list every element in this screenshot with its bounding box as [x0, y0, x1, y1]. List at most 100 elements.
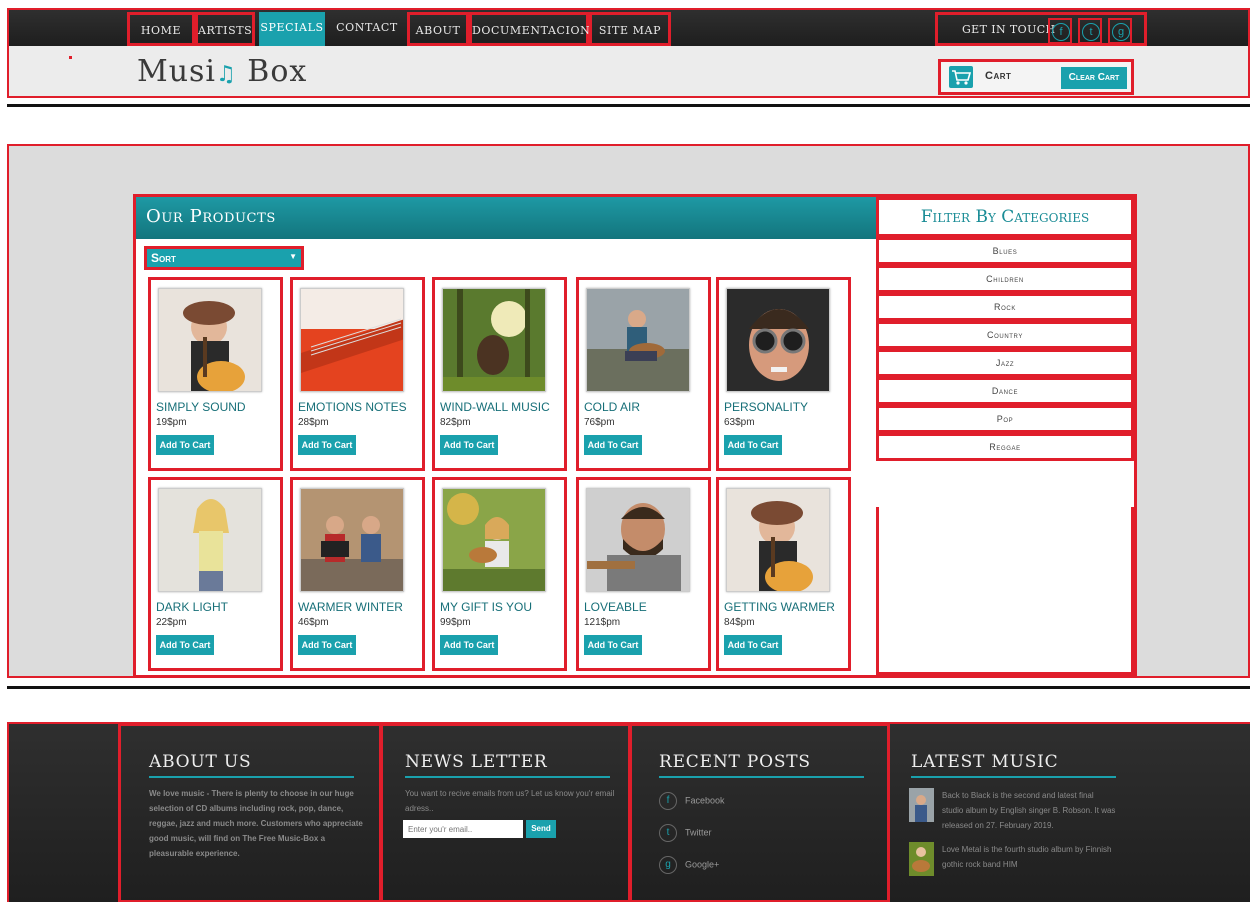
link-label: Google+ [685, 859, 720, 870]
newsletter-title: NEWS LETTER [405, 752, 548, 772]
product-name[interactable]: GETTING WARMER [724, 600, 835, 614]
product-name[interactable]: WARMER WINTER [298, 600, 403, 614]
send-button[interactable]: Send [526, 820, 556, 838]
product-image[interactable] [726, 488, 830, 592]
category-filter: Filter By Categories Blues Children Rock… [876, 197, 1134, 675]
product-image[interactable] [586, 288, 690, 392]
latest-music-text: Love Metal is the fourth studio album by… [942, 845, 1112, 869]
product-card: PERSONALITY 63$pm Add To Cart [716, 277, 851, 471]
footer-about: ABOUT US We love music - There is plenty… [118, 723, 382, 902]
footer-latest-music: LATEST MUSIC Back to Black is the second… [881, 724, 1141, 902]
add-to-cart-button[interactable]: Add To Cart [156, 435, 214, 455]
add-to-cart-button[interactable]: Add To Cart [156, 635, 214, 655]
category-children[interactable]: Children [876, 265, 1134, 293]
product-image[interactable] [586, 488, 690, 592]
product-card: WIND-WALL MUSIC 82$pm Add To Cart [432, 277, 567, 471]
category-jazz[interactable]: Jazz [876, 349, 1134, 377]
add-to-cart-button[interactable]: Add To Cart [724, 435, 782, 455]
product-price: 22$pm [156, 617, 187, 628]
recent-link-facebook[interactable]: f Facebook [659, 792, 725, 810]
nav-about[interactable]: ABOUT [407, 12, 469, 46]
product-card: EMOTIONS NOTES 28$pm Add To Cart [290, 277, 425, 471]
latest-music-text: Back to Black is the second and latest f… [942, 791, 1116, 830]
category-rock[interactable]: Rock [876, 293, 1134, 321]
category-reggae[interactable]: Reggae [876, 433, 1134, 461]
recent-posts-title: RECENT POSTS [659, 752, 811, 772]
divider [405, 776, 610, 778]
nav-home[interactable]: HOME [127, 12, 195, 46]
google-plus-icon: g [659, 856, 677, 874]
recent-link-twitter[interactable]: t Twitter [659, 824, 712, 842]
facebook-link[interactable]: f [1048, 18, 1072, 44]
product-price: 46$pm [298, 617, 329, 628]
category-pop[interactable]: Pop [876, 405, 1134, 433]
site-logo[interactable]: Musi♫ Box [137, 54, 307, 89]
product-image[interactable] [726, 288, 830, 392]
sort-select[interactable]: Sort ▼ [144, 246, 304, 270]
nav-site-map[interactable]: SITE MAP [589, 12, 671, 46]
album-thumbnail [909, 788, 934, 822]
marker-dot [69, 56, 72, 59]
product-card: MY GIFT IS YOU 99$pm Add To Cart [432, 477, 567, 671]
product-image[interactable] [158, 488, 262, 592]
logo-text-end: Box [236, 54, 308, 89]
product-image[interactable] [300, 288, 404, 392]
divider-bottom [7, 686, 1250, 689]
chevron-down-icon: ▼ [289, 252, 297, 261]
product-card: GETTING WARMER 84$pm Add To Cart [716, 477, 851, 671]
twitter-icon: t [1082, 23, 1100, 41]
product-image[interactable] [300, 488, 404, 592]
product-price: 28$pm [298, 417, 329, 428]
nav-contact[interactable]: CONTACT [327, 12, 407, 46]
nav-documentacion[interactable]: DOCUMENTACION [469, 12, 590, 46]
site-footer: ABOUT US We love music - There is plenty… [7, 722, 1250, 902]
about-title: ABOUT US [149, 752, 252, 772]
product-name[interactable]: DARK LIGHT [156, 600, 228, 614]
nav-artists[interactable]: ARTISTS [195, 12, 255, 46]
filter-empty-area [876, 507, 1134, 675]
cart-icon[interactable] [949, 66, 973, 88]
album-thumbnail [909, 842, 934, 876]
category-blues[interactable]: Blues [876, 237, 1134, 265]
product-name[interactable]: SIMPLY SOUND [156, 400, 246, 414]
divider-top [7, 104, 1250, 107]
product-price: 82$pm [440, 417, 471, 428]
add-to-cart-button[interactable]: Add To Cart [584, 435, 642, 455]
product-name[interactable]: COLD AIR [584, 400, 640, 414]
music-note-icon: ♫ [216, 62, 237, 87]
products-panel: Our Products Sort ▼ SIMPLY SOUND 19$pm A… [133, 194, 1137, 678]
add-to-cart-button[interactable]: Add To Cart [724, 635, 782, 655]
nav-specials[interactable]: SPECIALS [259, 12, 325, 46]
facebook-icon: f [659, 792, 677, 810]
add-to-cart-button[interactable]: Add To Cart [440, 435, 498, 455]
add-to-cart-button[interactable]: Add To Cart [298, 635, 356, 655]
email-field[interactable] [403, 820, 523, 838]
product-name[interactable]: WIND-WALL MUSIC [440, 400, 550, 414]
add-to-cart-button[interactable]: Add To Cart [298, 435, 356, 455]
product-price: 76$pm [584, 417, 615, 428]
product-image[interactable] [158, 288, 262, 392]
category-dance[interactable]: Dance [876, 377, 1134, 405]
google-plus-link[interactable]: g [1108, 18, 1132, 44]
product-name[interactable]: PERSONALITY [724, 400, 808, 414]
category-country[interactable]: Country [876, 321, 1134, 349]
clear-cart-button[interactable]: Clear Cart [1061, 67, 1127, 89]
about-text: We love music - There is plenty to choos… [149, 789, 363, 858]
twitter-link[interactable]: t [1078, 18, 1102, 44]
product-name[interactable]: EMOTIONS NOTES [298, 400, 407, 414]
product-image[interactable] [442, 488, 546, 592]
twitter-icon: t [659, 824, 677, 842]
filter-title: Filter By Categories [876, 197, 1134, 237]
site-header: HOME ARTISTS SPECIALS CONTACT ABOUT DOCU… [7, 8, 1250, 98]
product-name[interactable]: MY GIFT IS YOU [440, 600, 532, 614]
product-image[interactable] [442, 288, 546, 392]
add-to-cart-button[interactable]: Add To Cart [584, 635, 642, 655]
product-name[interactable]: LOVEABLE [584, 600, 647, 614]
recent-link-google-plus[interactable]: g Google+ [659, 856, 719, 874]
add-to-cart-button[interactable]: Add To Cart [440, 635, 498, 655]
products-header: Our Products [136, 197, 876, 239]
product-price: 121$pm [584, 617, 621, 628]
cart-label: Cart [985, 70, 1012, 82]
link-label: Facebook [685, 795, 725, 806]
product-card: DARK LIGHT 22$pm Add To Cart [148, 477, 283, 671]
